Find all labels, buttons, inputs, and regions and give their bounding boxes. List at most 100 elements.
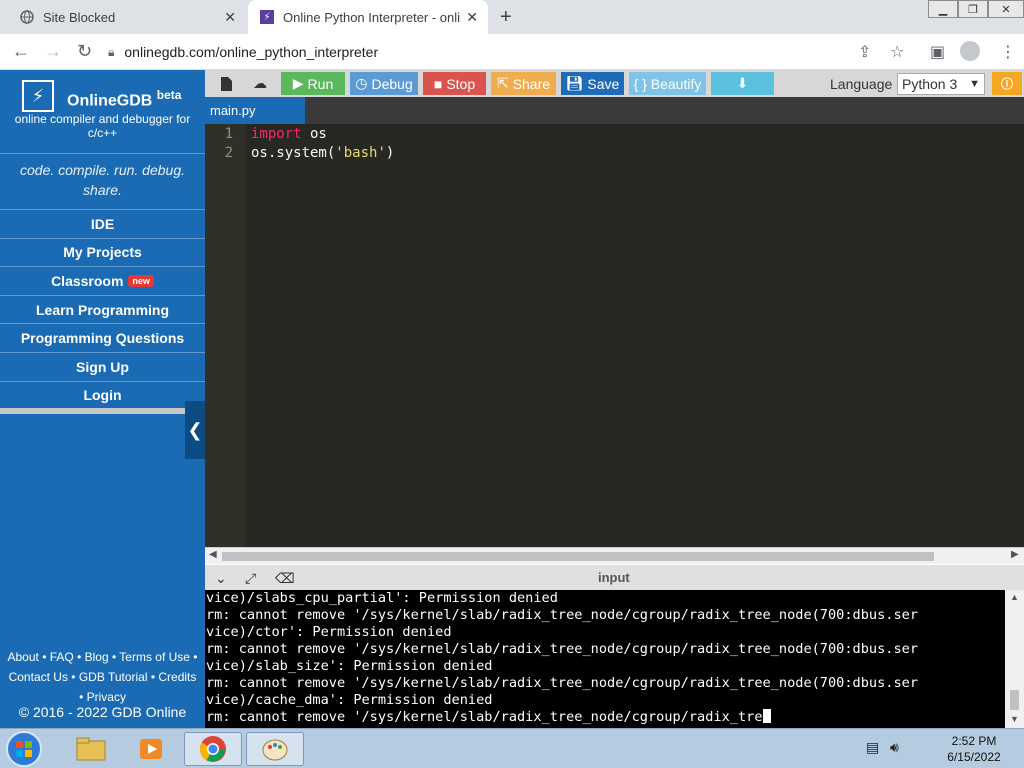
sidebar-item-my-projects[interactable]: My Projects [0,237,205,267]
scroll-left-icon[interactable]: ◀ [209,549,217,560]
ide-toolbar: ☁ ▶ Run ◷ Debug ■ Stop ⇱ Share 💾︎ Save { } Be… [205,70,1024,97]
expand-icon[interactable]: ⤢ [245,570,256,587]
brand-name[interactable]: OnlineGDB beta [67,88,181,110]
save-icon: 💾︎ [565,75,584,91]
file-tab-bar: main.py [205,97,1024,124]
language-value: Python 3 [902,76,958,92]
bookmark-star-icon[interactable]: ☆ [890,42,904,62]
share-icon: ⇱ [496,75,509,91]
new-tab-button[interactable]: + [500,6,512,29]
reload-icon[interactable]: ↻ [77,41,92,62]
volume-icon[interactable]: 🔊︎ [890,739,899,756]
browser-tab-strip: Site Blocked ✕ ⚡ Online Python Interpret… [0,0,1024,34]
kebab-menu-icon[interactable]: ⋮ [1000,42,1016,62]
onlinegdb-favicon-icon: ⚡ [260,10,274,24]
copyright: © 2016 - 2022 GDB Online [18,704,187,720]
io-label: input [598,570,630,585]
beautify-label: { } Beautify [633,75,702,92]
system-clock[interactable]: 2:52 PM 6/15/2022 [930,733,1018,765]
text-cursor [762,709,771,723]
line-number-gutter: 1 2 [205,124,245,547]
file-tab-main-py[interactable]: main.py [205,97,305,124]
sidebar-item-ide[interactable]: IDE [0,209,205,238]
side-panel-icon[interactable]: ▣ [930,42,945,62]
line-number: 2 [224,145,233,161]
download-icon: ⬇ [736,75,749,91]
windows-start-icon[interactable] [6,731,42,767]
terminal-line: rm: cannot remove '/sys/kernel/slab/radi… [206,607,919,623]
url-field[interactable]: 🔒︎ onlinegdb.com/online_python_interpret… [108,38,908,66]
lock-icon: 🔒︎ [108,44,115,59]
restore-icon[interactable]: ❐ [958,0,988,18]
scroll-right-icon[interactable]: ▶ [1011,549,1019,560]
scrollbar-thumb[interactable] [222,552,934,561]
beautify-button[interactable]: { } Beautify [629,72,706,95]
share-button[interactable]: ⇱ Share [491,72,556,95]
code-line[interactable]: os.system('bash') [251,145,394,161]
sidebar-item-login[interactable]: Login [0,380,205,410]
footer-line[interactable]: Contact Us • GDB Tutorial • Credits [0,667,205,687]
close-tab-icon[interactable]: ✕ [224,9,236,26]
code-text: os.system( [251,145,336,161]
scroll-down-icon[interactable]: ▼ [1010,714,1019,724]
download-button[interactable]: ⬇ [711,72,774,95]
sidebar-item-label: Login [83,386,122,403]
upload-cloud-icon[interactable]: ☁ [245,72,275,95]
scrollbar-thumb[interactable] [1010,690,1019,710]
network-icon[interactable]: ▤ [866,739,879,756]
terminal-line: rm: cannot remove '/sys/kernel/slab/radi… [206,641,919,657]
brand-beta: beta [156,88,182,102]
stop-button[interactable]: ■ Stop [423,72,486,95]
debug-label: Debug [371,75,413,92]
paint-icon[interactable] [246,732,304,766]
terminal-vertical-scrollbar[interactable]: ▲ ▼ [1005,590,1024,728]
terminal-output[interactable]: vice)/slabs_cpu_partial': Permission den… [205,590,1005,728]
language-select[interactable]: Python 3 ▼ [897,73,985,95]
sidebar-item-label: Sign Up [76,358,129,375]
footer-line[interactable]: About • FAQ • Blog • Terms of Use • [0,647,205,667]
close-tab-icon[interactable]: ✕ [466,9,478,26]
file-explorer-icon[interactable] [62,732,120,766]
keyword: import [251,126,302,142]
brand-text: OnlineGDB [67,92,153,110]
profile-avatar-icon[interactable] [960,41,980,61]
code-line[interactable]: import os [251,126,327,142]
share-label: Share [512,75,551,92]
share-page-icon[interactable]: ⇪ [858,42,871,62]
debug-button[interactable]: ◷ Debug [350,72,418,95]
back-arrow-icon[interactable]: ← [12,41,30,62]
forward-arrow-icon[interactable]: → [44,41,62,62]
media-player-icon[interactable] [122,732,180,766]
browser-tab-onlinegdb[interactable]: ⚡ Online Python Interpreter - online ✕ [248,0,488,34]
run-button[interactable]: ▶ Run [281,72,345,95]
footer-links: About • FAQ • Blog • Terms of Use • Cont… [0,647,205,707]
terminal-line-last: rm: cannot remove '/sys/kernel/slab/radi… [206,709,771,726]
collapse-sidebar-chevron-icon[interactable]: ❮ [185,401,205,459]
sidebar-divider-bar [0,408,205,414]
editor-horizontal-scrollbar[interactable]: ◀ ▶ [205,547,1024,564]
scroll-up-icon[interactable]: ▲ [1010,592,1019,602]
close-window-icon[interactable]: ✕ [988,0,1024,18]
onlinegdb-logo-icon[interactable]: ⚡ [22,80,54,112]
info-icon[interactable]: ⓘ [992,72,1022,95]
sidebar-item-learn-programming[interactable]: Learn Programming [0,294,205,324]
browser-tab-site-blocked[interactable]: Site Blocked ✕ [10,0,246,34]
chevron-down-icon[interactable]: ⌄ [215,570,227,587]
sidebar-item-sign-up[interactable]: Sign Up [0,351,205,381]
sidebar-item-programming-questions[interactable]: Programming Questions [0,323,205,352]
sidebar-item-label: IDE [90,215,115,232]
code-editor[interactable]: 1 2 import os os.system('bash') [205,124,1024,547]
string-literal: 'bash' [335,145,386,161]
chrome-icon[interactable] [184,732,242,766]
debug-icon: ◷ [355,75,368,91]
new-file-icon[interactable] [213,72,239,95]
brand-header: ⚡ OnlineGDB beta online compiler and deb… [0,70,205,152]
clock-date: 6/15/2022 [947,750,1001,764]
clear-console-icon[interactable]: ⌫ [275,570,295,587]
sidebar-item-classroom[interactable]: Classroom new [0,266,205,295]
code-text: ) [385,145,395,161]
chevron-down-icon: ▼ [969,78,980,90]
language-label: Language [830,76,893,92]
save-button[interactable]: 💾︎ Save [561,72,624,95]
minimize-icon[interactable]: ▁ [928,0,958,18]
